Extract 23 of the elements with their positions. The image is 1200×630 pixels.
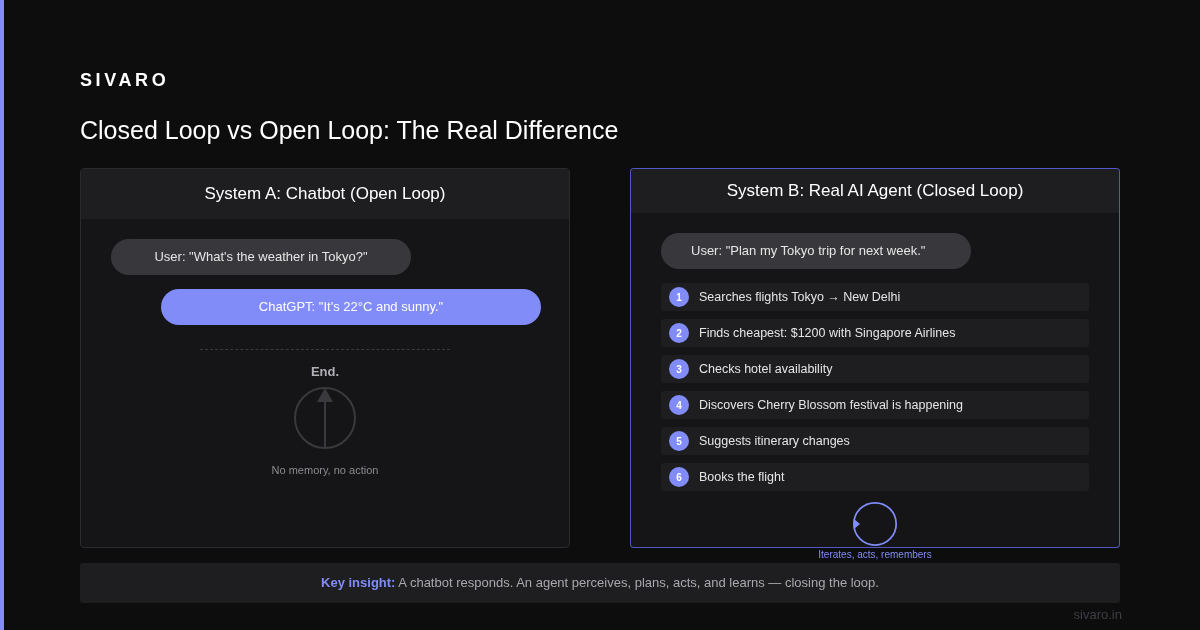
step-number: 5	[669, 431, 689, 452]
page-title: Closed Loop vs Open Loop: The Real Difference	[80, 115, 620, 146]
step-text: Books the flight	[699, 468, 785, 486]
end-label: End.	[309, 363, 341, 381]
step-number: 1	[669, 287, 689, 308]
step-text: Finds cheapest: $1200 with Singapore Airlines	[699, 324, 956, 342]
step-number: 2	[669, 323, 689, 344]
step-text: Searches flights Tokyo → New Delhi	[699, 288, 901, 306]
step-number: 4	[669, 395, 689, 416]
step-text: Suggests itinerary changes	[699, 432, 850, 450]
step-text: Discovers Cherry Blossom festival is happening	[699, 396, 963, 414]
user-message: User: "Plan my Tokyo trip for next week."	[661, 233, 971, 270]
step-number: 3	[669, 359, 689, 380]
panel-title: System B: Real AI Agent (Closed Loop)	[631, 169, 1119, 214]
caption: Iterates, acts, remembers	[817, 549, 933, 561]
user-message: User: "What's the weather in Tokyo?"	[111, 239, 411, 275]
step-text: Checks hotel availability	[699, 360, 833, 378]
brand-logo: SIVARO	[80, 69, 171, 92]
bot-message: ChatGPT: "It's 22°C and sunny."	[161, 289, 541, 325]
step-number: 6	[669, 467, 689, 488]
caption: No memory, no action	[270, 462, 380, 478]
insight-text: Key insight: A chatbot responds. An agent perceives, plans, acts, and learns — closing the loop.	[321, 574, 879, 593]
panel-title: System A: Chatbot (Open Loop)	[81, 169, 569, 219]
